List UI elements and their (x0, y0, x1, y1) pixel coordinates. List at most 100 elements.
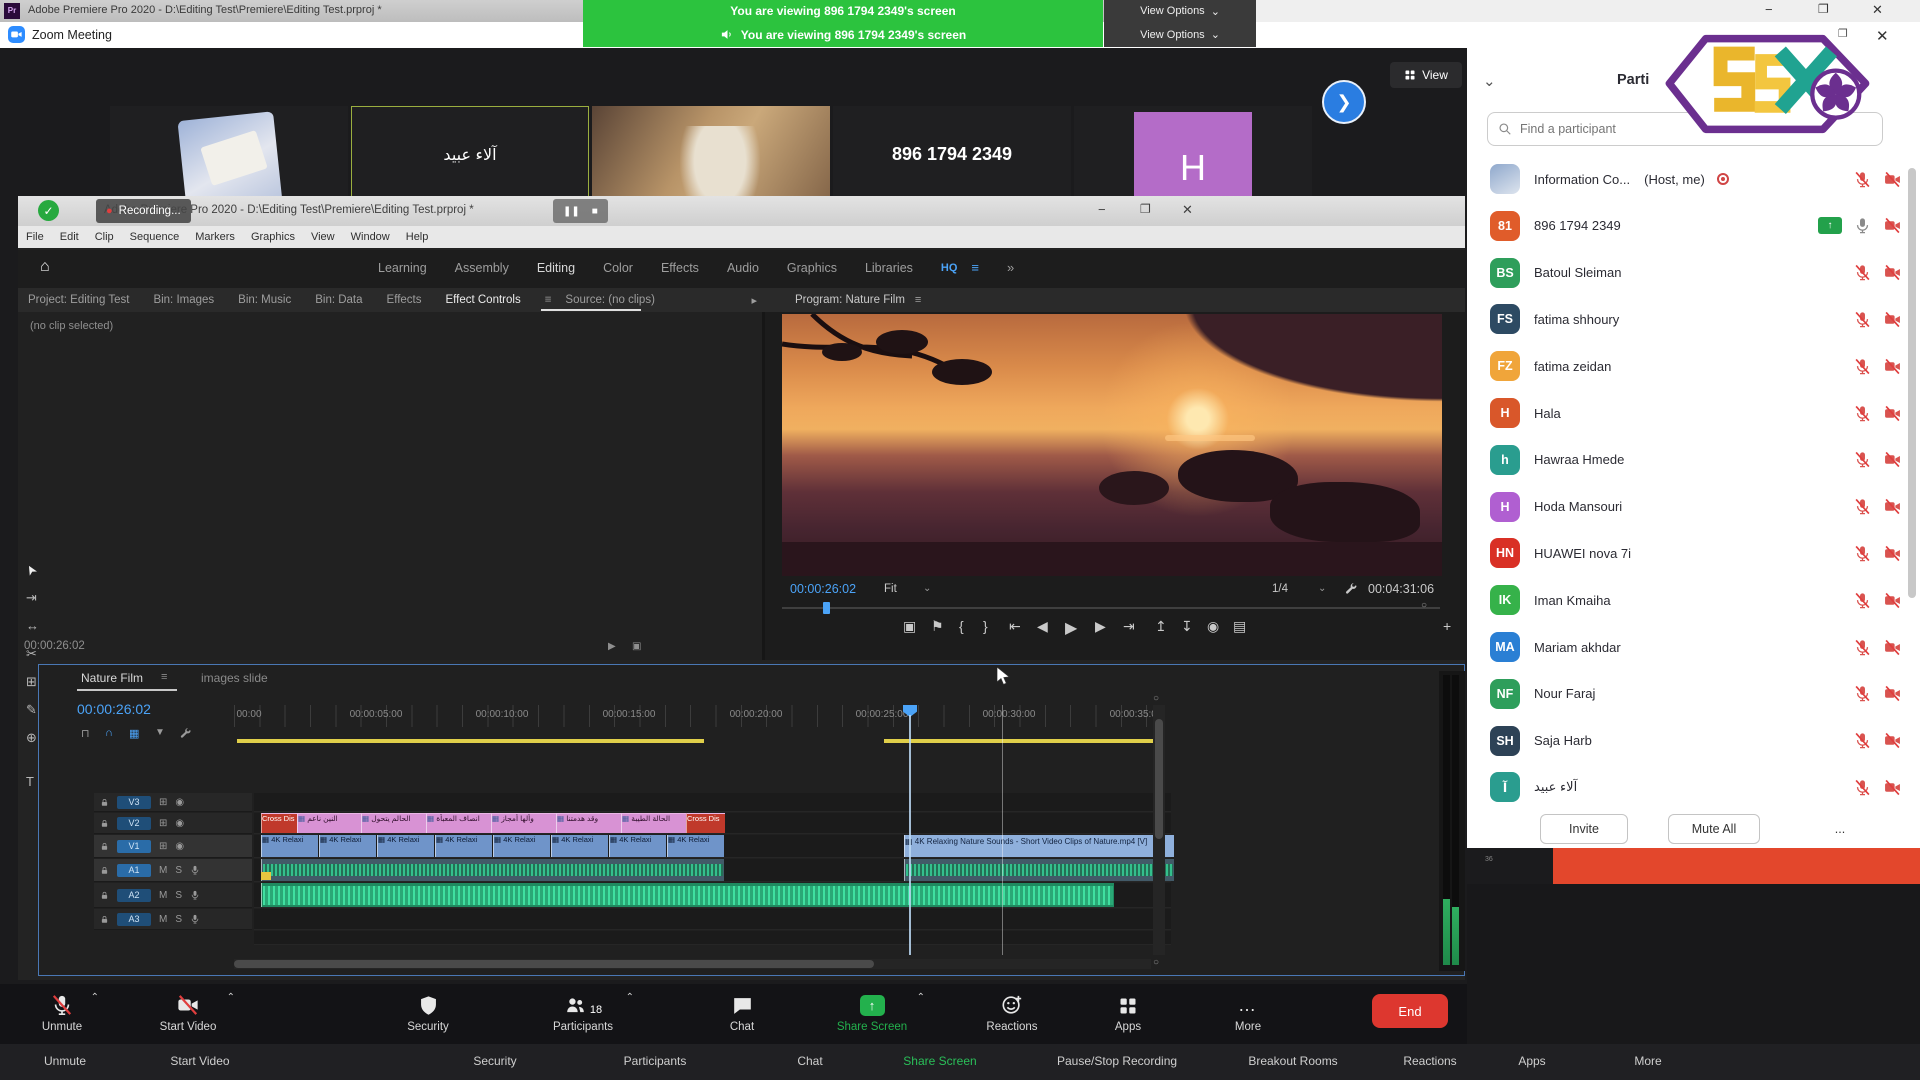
mic-muted-icon[interactable] (1854, 498, 1871, 515)
tab-effects[interactable]: Effects (387, 294, 422, 306)
view-options-button-2[interactable]: View Options⌄ (1104, 22, 1256, 47)
mic-muted-icon[interactable] (1854, 592, 1871, 609)
mic-muted-icon[interactable] (1854, 451, 1871, 468)
view-button[interactable]: View (1390, 62, 1462, 88)
chevron-right-icon[interactable]: ▸ (751, 294, 757, 307)
program-timecode[interactable]: 00:00:26:02 (790, 582, 856, 596)
step-forward-button[interactable]: ▶ (1095, 618, 1106, 635)
camera-off-icon[interactable] (1883, 498, 1902, 515)
tab-project[interactable]: Project: Editing Test (28, 294, 129, 306)
mic-muted-icon[interactable] (1854, 639, 1871, 656)
settings-wrench-icon[interactable] (1344, 582, 1358, 596)
add-marker-button[interactable]: ⚑ (931, 618, 944, 635)
mark-out-button[interactable]: } (983, 618, 988, 634)
panel-menu-icon[interactable]: ≡ (915, 294, 921, 306)
chevron-down-icon[interactable]: ⌄ (923, 583, 931, 594)
participant-row[interactable]: MAMariam akhdar (1490, 626, 1902, 668)
lock-icon[interactable] (100, 842, 109, 851)
track-a1[interactable] (254, 859, 1171, 882)
timeline-clip[interactable]: ▦ 4K Relaxi (377, 835, 434, 857)
add-button[interactable]: + (1443, 618, 1451, 634)
track-v1[interactable]: ▦ 4K Relaxi ▦ 4K Relaxi ▦ 4K Relaxi ▦ 4K… (254, 835, 1171, 858)
step-back-button[interactable]: ◀ (1037, 618, 1048, 635)
chevron-down-icon[interactable]: ⌄ (1318, 583, 1326, 594)
camera-off-icon[interactable] (1883, 732, 1902, 749)
zoom-level-select[interactable]: Fit (884, 583, 897, 595)
menu-clip[interactable]: Clip (95, 231, 114, 243)
camera-off-icon[interactable] (1883, 685, 1902, 702)
invite-button[interactable]: Invite (1540, 814, 1628, 844)
camera-off-icon[interactable] (1883, 311, 1902, 328)
track-v3[interactable] (254, 793, 1171, 812)
timeline-ruler[interactable]: 00:00 00:00:05:00 00:00:10:00 00:00:15:0… (234, 705, 1151, 727)
audio-clip[interactable] (261, 859, 724, 881)
timeline-clip[interactable]: ▦ 4K Relaxi (319, 835, 376, 857)
playback-resolution-select[interactable]: 1/4 (1272, 583, 1288, 595)
timeline-clip-long[interactable]: ▦ 4K Relaxing Nature Sounds - Short Vide… (904, 835, 1174, 857)
track-header-a1[interactable]: A1MS (94, 859, 252, 882)
list-scrollbar[interactable] (1908, 158, 1916, 808)
participant-row[interactable]: 81896 1794 2349↑ (1490, 205, 1902, 247)
mic-muted-icon[interactable] (1854, 545, 1871, 562)
audio-clip[interactable] (261, 883, 1114, 907)
program-panel-tab[interactable]: Program: Nature Film ≡ (765, 288, 1465, 312)
timeline-clip[interactable]: ▦ الحالة الطيبة (621, 813, 686, 833)
workspace-assembly[interactable]: Assembly (455, 261, 509, 275)
track-select-tool[interactable]: ⇥ (26, 590, 37, 606)
participant-row[interactable]: FZfatima zeidan (1490, 345, 1902, 387)
tab-bin-data[interactable]: Bin: Data (315, 294, 362, 306)
overflow-icon[interactable]: » (1007, 260, 1014, 275)
timeline-clip[interactable]: ▦ وألها أمجاز (491, 813, 556, 833)
camera-off-icon[interactable] (1883, 217, 1902, 234)
recording-controls[interactable]: ❚❚■ (553, 199, 608, 223)
hand-tool[interactable]: ⊕ (26, 730, 37, 746)
security-button[interactable]: Security (373, 990, 483, 1033)
voiceover-mic-icon[interactable] (190, 865, 200, 875)
workspace-menu-icon[interactable]: ≡ (971, 260, 979, 275)
workspace-color[interactable]: Color (603, 261, 633, 275)
mic-muted-icon[interactable] (1854, 405, 1871, 422)
track-extra[interactable] (254, 931, 1171, 945)
end-button[interactable]: End (1372, 994, 1448, 1028)
reactions-button[interactable]: Reactions (957, 990, 1067, 1033)
ripple-edit-tool[interactable]: ↔ (26, 618, 39, 633)
go-to-out-button[interactable]: ⇥ (1123, 618, 1135, 635)
participant-row[interactable]: NFNour Faraj (1490, 673, 1902, 715)
close-button[interactable]: ✕ (1872, 2, 1883, 18)
timeline-clip[interactable]: ▦ 4K Relaxi (261, 835, 318, 857)
voiceover-mic-icon[interactable] (190, 890, 200, 900)
reactions-label[interactable]: Reactions (1403, 1054, 1456, 1068)
track-a3[interactable] (254, 909, 1171, 930)
sequence-settings-icon[interactable]: ▦ (129, 727, 139, 740)
track-header-a2[interactable]: A2MS (94, 883, 252, 908)
timeline-clip[interactable]: ▦ وقد هدمتنا (556, 813, 621, 833)
menu-file[interactable]: File (26, 231, 44, 243)
timeline-clip[interactable]: Cross Dis (261, 813, 297, 833)
mute-all-button[interactable]: Mute All (1668, 814, 1760, 844)
horizontal-scrollbar[interactable] (234, 959, 1151, 969)
share-screen-label[interactable]: Share Screen (903, 1054, 976, 1068)
participants-button[interactable]: 18 Participants⌃ (528, 990, 638, 1033)
view-options-button-1[interactable]: View Options⌄ (1104, 0, 1256, 22)
track-v2[interactable]: Cross Dis ▦ النين ناعم ▦ الحالم يتحول ▦ … (254, 813, 1171, 834)
menu-window[interactable]: Window (351, 231, 390, 243)
participant-row[interactable]: BSBatoul Sleiman (1490, 252, 1902, 294)
mic-muted-icon[interactable] (1854, 732, 1871, 749)
timeline-tab-active[interactable]: Nature Film (81, 671, 143, 685)
menu-markers[interactable]: Markers (195, 231, 235, 243)
timeline-clip[interactable]: ▦ الحالم يتحول (361, 813, 426, 833)
timeline-clip[interactable]: ▦ 4K Relaxi (609, 835, 666, 857)
track-header-v1[interactable]: V1⊞◉ (94, 835, 252, 858)
sync-lock-icon[interactable]: ⊞ (159, 841, 167, 852)
type-tool[interactable]: T (26, 774, 34, 789)
mic-muted-icon[interactable] (1854, 171, 1871, 188)
go-to-in-button[interactable]: ⇤ (1009, 618, 1021, 635)
mic-muted-icon[interactable] (1854, 779, 1871, 796)
menu-view[interactable]: View (311, 231, 335, 243)
loop-icon[interactable]: ▣ (632, 641, 641, 652)
camera-off-icon[interactable] (1883, 405, 1902, 422)
mute-button[interactable]: M (159, 914, 167, 925)
camera-off-icon[interactable] (1883, 358, 1902, 375)
sync-lock-icon[interactable]: ⊞ (159, 818, 167, 829)
vertical-scrollbar[interactable] (1153, 705, 1165, 955)
